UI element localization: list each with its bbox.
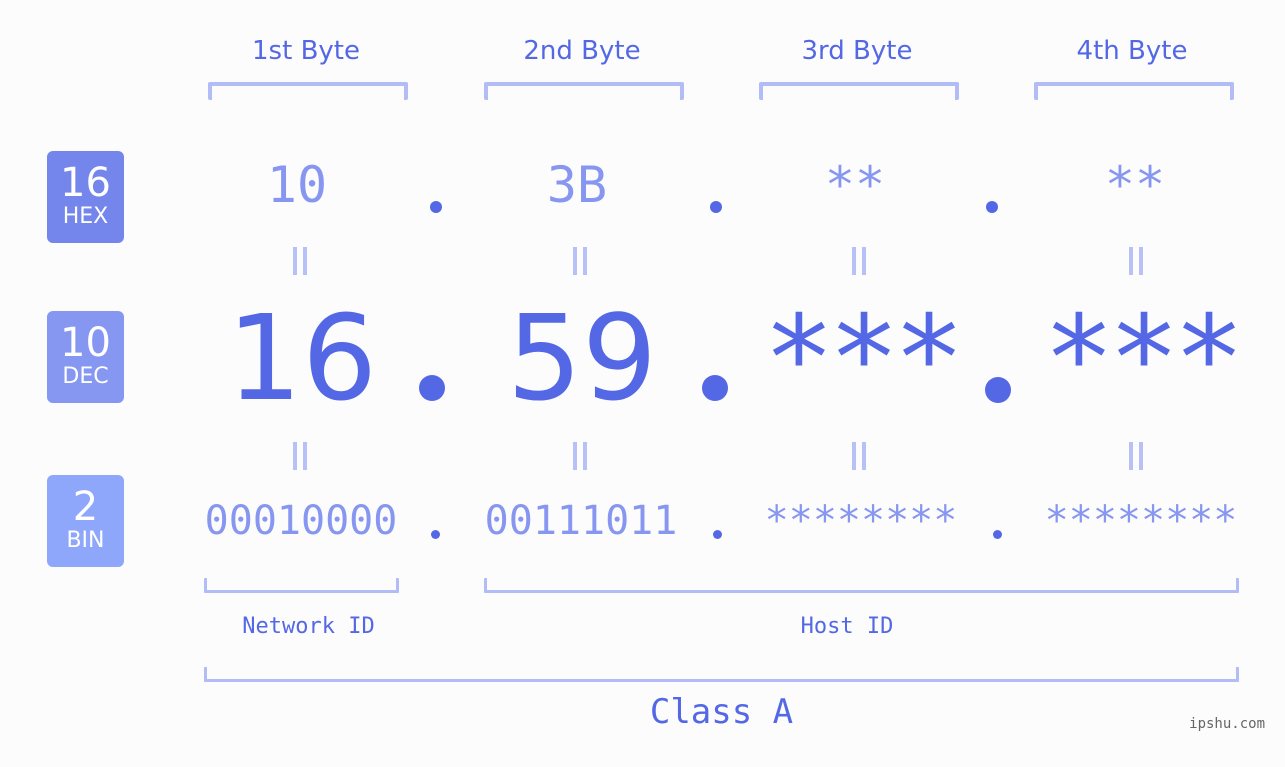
bin-octet-3: ********	[764, 498, 958, 544]
dec-dot-1	[419, 375, 445, 401]
dec-octet-3: ***	[763, 289, 964, 427]
dec-octet-4: ***	[1043, 289, 1244, 427]
byte-bracket-1	[208, 82, 408, 100]
watermark: ipshu.com	[1189, 716, 1265, 732]
equals-icon	[570, 442, 588, 472]
hex-octet-1: 10	[266, 156, 328, 214]
bin-dot-3	[993, 530, 1002, 539]
hex-base: 16	[60, 160, 111, 206]
dec-dot-2	[702, 375, 728, 401]
host-id-label: Host ID	[800, 614, 894, 639]
equals-icon	[290, 247, 308, 277]
bin-dot-2	[713, 530, 722, 539]
dec-octet-2: 59	[506, 289, 658, 427]
equals-icon	[1126, 247, 1144, 277]
equals-icon	[570, 247, 588, 277]
host-id-bracket	[484, 578, 1239, 593]
bin-octet-4: ********	[1044, 498, 1238, 544]
hex-dot-2	[710, 201, 722, 213]
hex-dot-1	[430, 201, 442, 213]
hex-octet-4: **	[1104, 156, 1166, 214]
byte-label-1: 1st Byte	[252, 36, 360, 66]
bin-octet-1: 00010000	[204, 498, 398, 544]
dec-badge: 10 DEC	[47, 311, 124, 403]
class-label: Class A	[649, 692, 794, 732]
network-id-label: Network ID	[242, 614, 375, 639]
byte-label-3: 3rd Byte	[801, 36, 913, 66]
bin-name: BIN	[66, 528, 105, 553]
hex-octet-2: 3B	[546, 156, 608, 214]
equals-icon	[849, 442, 867, 472]
equals-icon	[1126, 442, 1144, 472]
byte-label-4: 4th Byte	[1076, 36, 1188, 66]
equals-icon	[290, 442, 308, 472]
hex-octet-3: **	[824, 156, 886, 214]
byte-bracket-4	[1034, 82, 1234, 100]
hex-name: HEX	[62, 204, 109, 229]
hex-badge: 16 HEX	[47, 151, 124, 243]
network-id-bracket	[204, 578, 399, 593]
byte-bracket-2	[484, 82, 684, 100]
dec-octet-1: 16	[226, 289, 378, 427]
bin-badge: 2 BIN	[47, 475, 124, 567]
byte-label-2: 2nd Byte	[523, 36, 641, 66]
dec-dot-3	[985, 377, 1011, 403]
class-bracket	[204, 667, 1239, 682]
bin-octet-2: 00111011	[484, 498, 678, 544]
bin-base: 2	[72, 484, 99, 530]
dec-name: DEC	[62, 364, 109, 389]
dec-base: 10	[60, 320, 111, 366]
bin-dot-1	[431, 530, 440, 539]
equals-icon	[849, 247, 867, 277]
byte-bracket-3	[759, 82, 959, 100]
hex-dot-3	[986, 201, 998, 213]
